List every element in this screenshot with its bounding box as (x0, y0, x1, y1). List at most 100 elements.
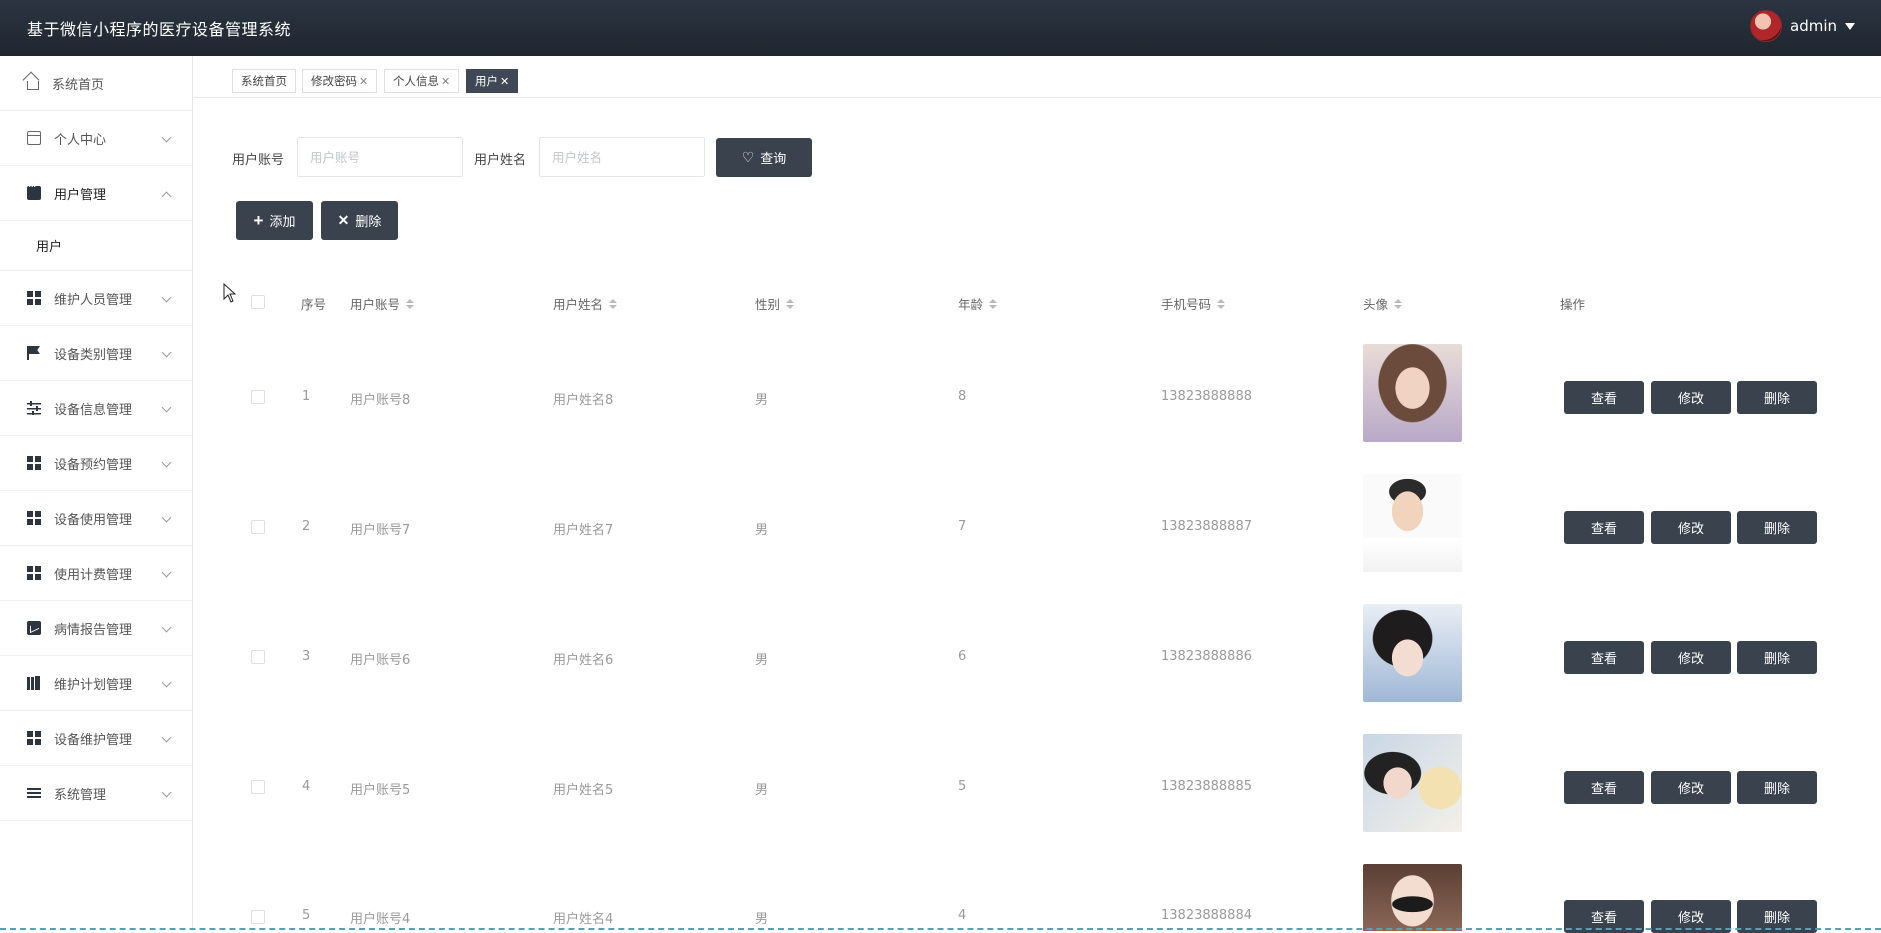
row-checkbox[interactable] (251, 520, 265, 534)
column-header-account[interactable]: 用户账号 (350, 294, 415, 313)
column-header-name[interactable]: 用户姓名 (553, 294, 618, 313)
close-icon[interactable]: ✕ (500, 75, 509, 88)
sort-icon (609, 298, 618, 309)
column-header-avatar[interactable]: 头像 (1363, 294, 1403, 313)
row-checkbox[interactable] (251, 910, 265, 924)
chevron-down-icon (161, 347, 172, 358)
close-icon[interactable]: ✕ (359, 75, 368, 88)
sidebar-item-device-usage[interactable]: 设备使用管理 (0, 491, 192, 546)
cell-index: 4 (302, 779, 311, 794)
column-header-phone[interactable]: 手机号码 (1161, 294, 1226, 313)
cell-account: 用户账号5 (350, 783, 411, 798)
tabs-bar: 系统首页 修改密码 ✕ 个人信息 ✕ 用户 ✕ (194, 56, 1881, 98)
chevron-down-icon (161, 292, 172, 303)
card-icon (27, 131, 41, 145)
sidebar-item-maintainer-management[interactable]: 维护人员管理 (0, 271, 192, 326)
cell-phone: 13823888887 (1161, 519, 1252, 534)
username[interactable]: admin (1790, 17, 1837, 35)
chevron-down-icon (161, 402, 172, 413)
delete-button[interactable]: 删除 (1737, 511, 1817, 544)
sidebar-item-label: 设备信息管理 (54, 402, 133, 418)
cell-account: 用户账号6 (350, 653, 411, 668)
column-header-gender[interactable]: 性别 (755, 294, 795, 313)
name-search-input[interactable] (539, 137, 705, 177)
account-search-input[interactable] (297, 137, 463, 177)
sidebar-item-device-reservation[interactable]: 设备预约管理 (0, 436, 192, 491)
cell-name: 用户姓名6 (553, 653, 614, 668)
cell-age: 5 (958, 779, 967, 794)
edit-button[interactable]: 修改 (1651, 511, 1731, 544)
sidebar-item-personal-center[interactable]: 个人中心 (0, 111, 192, 166)
row-checkbox[interactable] (251, 650, 265, 664)
cell-phone: 13823888885 (1161, 779, 1252, 794)
chevron-down-icon (161, 132, 172, 143)
cell-age: 6 (958, 649, 967, 664)
tab-home[interactable]: 系统首页 (232, 69, 296, 93)
chevron-down-icon (161, 457, 172, 468)
cell-gender: 男 (755, 912, 769, 927)
chevron-down-icon (161, 732, 172, 743)
column-header-age[interactable]: 年龄 (958, 294, 998, 313)
row-checkbox[interactable] (251, 390, 265, 404)
sidebar-item-device-category[interactable]: 设备类别管理 (0, 326, 192, 381)
cell-gender: 男 (755, 653, 769, 668)
sidebar-item-device-info[interactable]: 设备信息管理 (0, 381, 192, 436)
name-label: 用户姓名 (474, 153, 527, 168)
lines-icon (27, 786, 41, 800)
batch-delete-button[interactable]: ✕ 删除 (321, 201, 398, 240)
edit-button[interactable]: 修改 (1651, 381, 1731, 414)
delete-button[interactable]: 删除 (1737, 381, 1817, 414)
sidebar-subitem-user[interactable]: 用户 (0, 221, 192, 271)
chevron-down-icon (161, 677, 172, 688)
chart-icon (27, 621, 41, 635)
cell-index: 2 (302, 519, 311, 534)
tab-label: 修改密码 (311, 74, 357, 88)
cell-account: 用户账号8 (350, 393, 411, 408)
sidebar-item-billing[interactable]: 使用计费管理 (0, 546, 192, 601)
view-button[interactable]: 查看 (1564, 381, 1644, 414)
sidebar-item-home[interactable]: 系统首页 (0, 56, 192, 111)
grid-icon (27, 456, 41, 470)
tab-label: 系统首页 (241, 74, 287, 88)
user-menu[interactable]: admin (1750, 10, 1855, 42)
tab-label: 用户 (475, 74, 498, 88)
sort-icon (1394, 298, 1403, 309)
caret-down-icon[interactable] (1845, 22, 1855, 30)
sidebar-item-label: 系统管理 (54, 787, 107, 803)
edit-button[interactable]: 修改 (1651, 641, 1731, 674)
close-icon[interactable]: ✕ (441, 75, 450, 88)
sidebar-item-user-management[interactable]: 用户管理 (0, 166, 192, 221)
delete-button[interactable]: 删除 (1737, 641, 1817, 674)
sidebar-item-label: 使用计费管理 (54, 567, 133, 583)
cell-index: 1 (302, 389, 311, 404)
view-button[interactable]: 查看 (1564, 641, 1644, 674)
sidebar-item-label: 个人中心 (54, 132, 107, 148)
add-button[interactable]: + 添加 (236, 201, 313, 240)
sidebar-item-system[interactable]: 系统管理 (0, 766, 192, 821)
view-button[interactable]: 查看 (1564, 511, 1644, 544)
mouse-cursor-icon (223, 283, 237, 303)
sidebar-item-maintenance-plan[interactable]: 维护计划管理 (0, 656, 192, 711)
tab-personal-info[interactable]: 个人信息 ✕ (384, 69, 460, 93)
cell-phone: 13823888884 (1161, 908, 1252, 923)
chevron-up-icon (161, 191, 172, 202)
delete-button[interactable]: 删除 (1737, 771, 1817, 804)
sliders-icon (27, 401, 41, 415)
sidebar-item-label: 用户管理 (54, 187, 107, 203)
row-checkbox[interactable] (251, 780, 265, 794)
query-button-label: 查询 (760, 151, 787, 166)
avatar-image (1363, 344, 1462, 442)
sidebar-item-label: 设备预约管理 (54, 457, 133, 473)
cell-phone: 13823888888 (1161, 389, 1252, 404)
tab-user[interactable]: 用户 ✕ (466, 69, 519, 93)
sidebar-item-device-maintenance[interactable]: 设备维护管理 (0, 711, 192, 766)
x-icon: ✕ (337, 212, 350, 228)
page-bottom-divider (0, 928, 1881, 930)
edit-button[interactable]: 修改 (1651, 771, 1731, 804)
select-all-checkbox[interactable] (251, 295, 265, 309)
user-avatar[interactable] (1750, 10, 1782, 42)
view-button[interactable]: 查看 (1564, 771, 1644, 804)
tab-change-password[interactable]: 修改密码 ✕ (302, 69, 378, 93)
query-button[interactable]: ♡ 查询 (716, 138, 812, 177)
sidebar-item-condition-report[interactable]: 病情报告管理 (0, 601, 192, 656)
